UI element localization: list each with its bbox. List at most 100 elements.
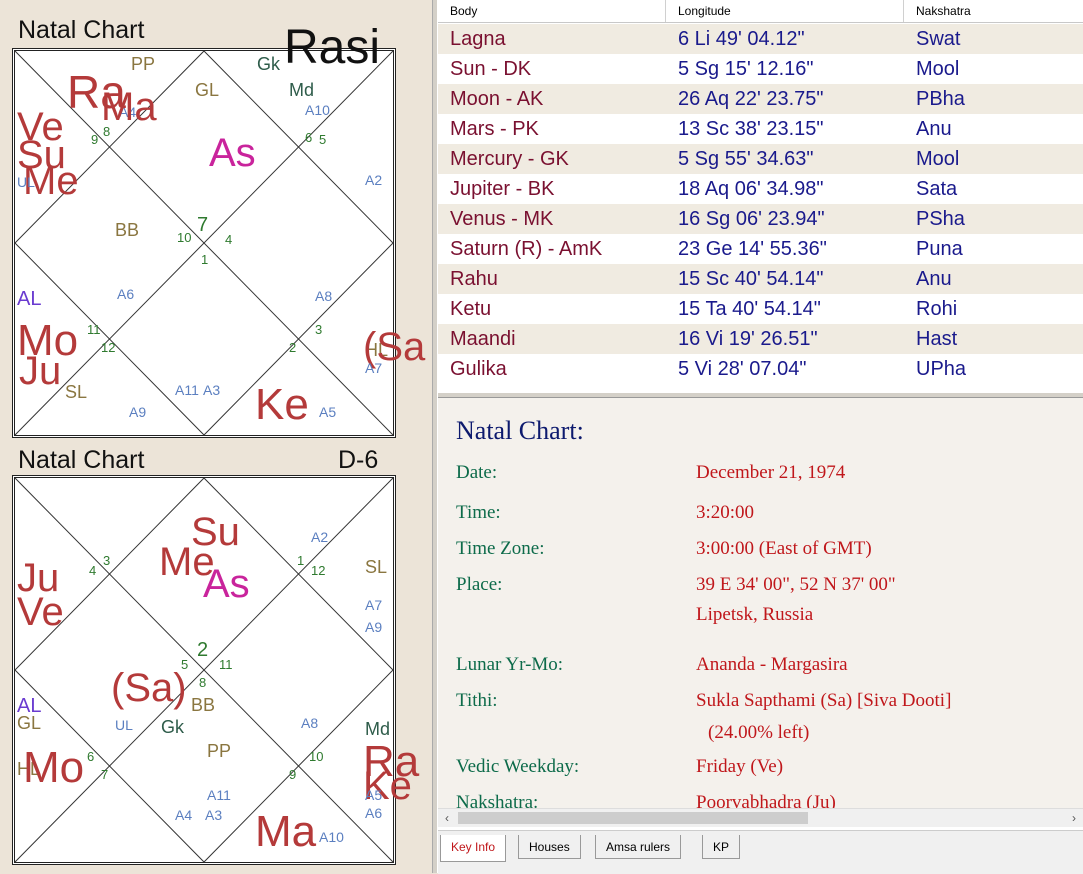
column-header-body[interactable]: Body [438, 0, 666, 22]
info-value: (24.00% left) [708, 722, 810, 743]
rasi-division-label: Rasi [284, 21, 381, 74]
rasi-label: Ma [101, 85, 157, 129]
table-row[interactable]: Mars - PK 13 Sc 38' 23.15" Anu [438, 114, 1083, 144]
rasi-label: Ju [19, 349, 62, 393]
table-row[interactable]: Sun - DK 5 Sg 15' 12.16" Mool [438, 54, 1083, 84]
d6-division-label: D-6 [338, 446, 379, 474]
rasi-chart[interactable]: PP Gk GL Md A10 A4 Ra Ma 9 8 6 5 Ve Su Me UL As A2 BB 7 10 4 1… [12, 48, 425, 438]
table-row[interactable]: Jupiter - BK 18 Aq 06' 34.98" Sata [438, 174, 1083, 204]
rasi-label: A10 [305, 102, 330, 118]
scroll-thumb[interactable] [458, 812, 808, 824]
rasi-chart-title: Natal Chart [18, 16, 145, 44]
nakshatra-cell: Mool [916, 148, 960, 170]
rasi-label: UL [17, 174, 35, 190]
charts-panel: Natal Chart PP Gk GL Md A10 A4 Ra Ma 9 8 6 5 Ve Su Me U… [0, 0, 432, 873]
body-cell: Lagna [450, 28, 506, 50]
info-key: Date: [456, 462, 498, 483]
rasi-label: BB [115, 220, 140, 240]
d6-label: 3 [103, 553, 111, 568]
rasi-label: 12 [101, 340, 116, 355]
nakshatra-cell: PSha [916, 208, 965, 230]
info-value: 3:00:00 (East of GMT) [696, 538, 872, 559]
rasi-label: 6 [305, 130, 313, 145]
longitude-cell: 6 Li 49' 04.12" [678, 28, 805, 50]
scroll-right-icon[interactable]: › [1065, 809, 1083, 827]
tab-amsa-rulers[interactable]: Amsa rulers [595, 835, 682, 859]
tab-houses[interactable]: Houses [518, 835, 581, 859]
table-row[interactable]: Mercury - GK 5 Sg 55' 34.63" Mool [438, 144, 1083, 174]
info-key: Place: [456, 574, 503, 595]
info-value: 3:20:00 [696, 502, 755, 523]
rasi-label: Md [289, 80, 315, 100]
rasi-label: 11 [87, 322, 101, 337]
d6-chart[interactable]: 4 3 Su Me As A2 1 12 SL Ju Ve A7 A9 2 5 11 8 (Sa) BB AL GL UL… [12, 475, 419, 865]
body-cell: Gulika [450, 358, 507, 380]
body-cell: Ketu [450, 298, 492, 320]
rasi-label: A2 [365, 172, 383, 188]
info-key: Time: [456, 502, 501, 523]
d6-label: BB [191, 695, 216, 715]
rasi-label: 10 [177, 230, 192, 245]
d6-label: A8 [301, 715, 319, 731]
scroll-left-icon[interactable]: ‹ [438, 809, 456, 827]
d6-label: A11 [207, 787, 231, 803]
nakshatra-cell: Rohi [916, 298, 958, 320]
nakshatra-cell: Puna [916, 238, 963, 260]
column-header-longitude[interactable]: Longitude [666, 0, 904, 22]
d6-label: 6 [87, 749, 95, 764]
d6-label: A10 [319, 829, 344, 845]
d6-label: PP [207, 741, 232, 761]
d6-label: UL [115, 717, 133, 733]
d6-label: A3 [205, 807, 223, 823]
body-cell: Saturn (R) - AmK [450, 238, 603, 260]
rasi-label: 4 [225, 232, 233, 247]
table-row[interactable]: Venus - MK 16 Sg 06' 23.94" PSha [438, 204, 1083, 234]
longitude-cell: 13 Sc 38' 23.15" [678, 118, 824, 140]
d6-label: 10 [309, 749, 324, 764]
nakshatra-cell: Anu [916, 268, 952, 290]
rasi-label: A5 [319, 404, 337, 420]
longitude-cell: 15 Ta 40' 54.14" [678, 298, 821, 320]
horizontal-scrollbar[interactable]: ‹ › [438, 808, 1083, 827]
column-header-nakshatra[interactable]: Nakshatra [904, 0, 1083, 22]
body-cell: Moon - AK [450, 88, 544, 110]
rasi-label: A11 [175, 382, 199, 398]
tab-bar: Key Info Houses Amsa rulers KP [438, 830, 1083, 874]
details-panel: Body Longitude Nakshatra Lagna 6 Li 49' 0… [438, 0, 1083, 874]
d6-chart-title: Natal Chart [18, 446, 145, 474]
rasi-label: A9 [129, 404, 147, 420]
d6-label: (Sa) [111, 666, 187, 710]
body-cell: Rahu [450, 268, 498, 290]
d6-label: Ve [17, 590, 64, 634]
d6-label: Mo [23, 743, 85, 792]
table-row[interactable]: Gulika 5 Vi 28' 07.04" UPha [438, 354, 1083, 384]
rasi-label: SL [65, 382, 88, 402]
d6-label: A2 [311, 529, 329, 545]
rasi-label: 5 [319, 132, 327, 147]
info-key: Nakshatra: [456, 792, 539, 808]
table-row[interactable]: Ketu 15 Ta 40' 54.14" Rohi [438, 294, 1083, 324]
rasi-label: A8 [315, 288, 333, 304]
rasi-label: PP [131, 54, 156, 74]
d6-label: A5 [365, 787, 383, 803]
d6-label: 7 [101, 767, 109, 782]
table-header: Body Longitude Nakshatra [438, 0, 1083, 23]
info-value: Sukla Sapthami (Sa) [Siva Dooti] [696, 690, 952, 711]
rasi-label: 1 [201, 252, 209, 267]
d6-label: Md [365, 719, 391, 739]
d6-label: GL [17, 713, 42, 733]
longitude-cell: 23 Ge 14' 55.36" [678, 238, 827, 260]
table-row[interactable]: Lagna 6 Li 49' 04.12" Swat [438, 24, 1083, 54]
body-cell: Venus - MK [450, 208, 554, 230]
table-row[interactable]: Maandi 16 Vi 19' 26.51" Hast [438, 324, 1083, 354]
body-cell: Jupiter - BK [450, 178, 555, 200]
nakshatra-cell: PBha [916, 88, 965, 110]
tab-key-info[interactable]: Key Info [440, 835, 507, 862]
info-key: Time Zone: [456, 538, 545, 559]
info-value: Poorvabhadra (Ju) [696, 792, 836, 808]
table-row[interactable]: Rahu 15 Sc 40' 54.14" Anu [438, 264, 1083, 294]
table-row[interactable]: Moon - AK 26 Aq 22' 23.75" PBha [438, 84, 1083, 114]
tab-kp[interactable]: KP [702, 835, 741, 859]
d6-label: Ma [255, 807, 317, 856]
table-row[interactable]: Saturn (R) - AmK 23 Ge 14' 55.36" Puna [438, 234, 1083, 264]
